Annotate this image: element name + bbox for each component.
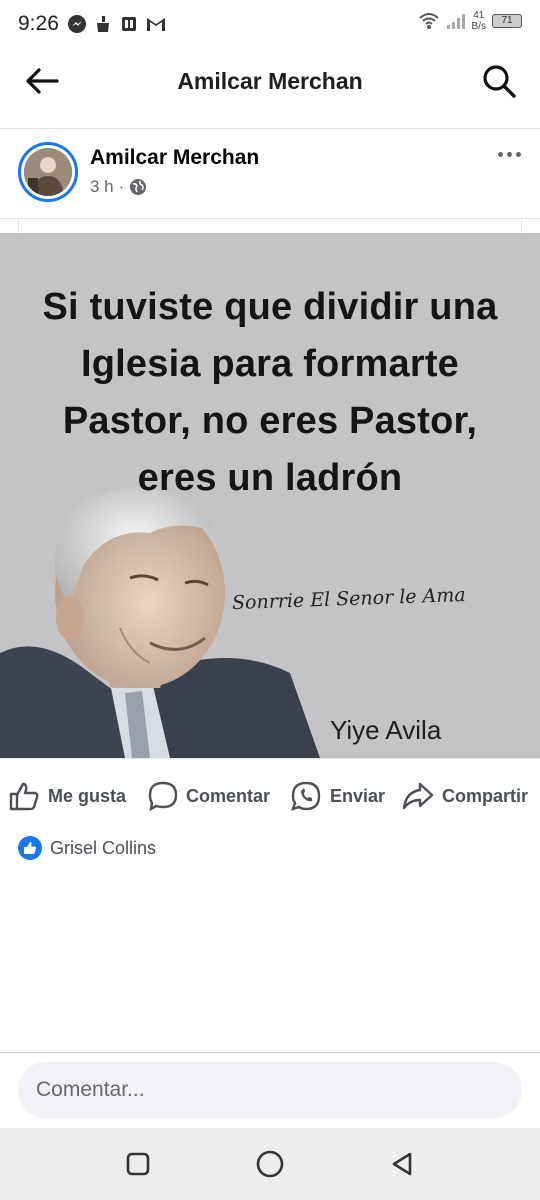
thumbs-up-icon (9, 782, 39, 811)
post-meta: 3 h · (90, 177, 147, 197)
notification-icons (67, 14, 167, 34)
messenger-icon (67, 15, 86, 33)
share-label: Compartir (442, 785, 529, 806)
signal-icon (446, 14, 465, 29)
system-nav-bar (0, 1128, 540, 1200)
search-button[interactable] (480, 62, 518, 100)
dot-icon (515, 151, 521, 157)
comment-label: Comentar (186, 785, 271, 806)
reaction-names: Grisel Collins (50, 837, 157, 858)
whatsapp-icon (291, 781, 321, 811)
home-button[interactable] (254, 1148, 286, 1180)
like-button[interactable]: Me gusta (8, 781, 126, 811)
triangle-back-icon (392, 1152, 412, 1176)
wifi-icon (418, 13, 439, 29)
comment-placeholder: Comentar... (36, 1078, 145, 1101)
image-caption: Yiye Avila (330, 715, 442, 745)
more-options-button[interactable] (494, 146, 524, 162)
post-time[interactable]: 3 h (90, 177, 114, 197)
comment-bubble-icon (148, 781, 178, 811)
system-icons: 41 B/s 71 (418, 10, 522, 32)
circle-icon (256, 1150, 284, 1178)
send-label: Enviar (330, 785, 386, 806)
net-speed-unit: B/s (471, 21, 486, 32)
like-reaction-icon (18, 836, 42, 860)
like-label: Me gusta (48, 785, 127, 806)
battery-indicator: 71 (492, 14, 522, 28)
recents-button[interactable] (122, 1148, 154, 1180)
comment-button[interactable]: Comentar (148, 781, 270, 811)
dot-icon (506, 151, 512, 157)
quote-text: Si tuviste que dividir una Iglesia para … (42, 286, 498, 499)
post-image[interactable]: Si tuviste que dividir una Iglesia para … (0, 233, 540, 758)
share-button[interactable]: Compartir (402, 782, 528, 810)
comment-divider (0, 1052, 540, 1053)
gmail-icon (146, 18, 165, 31)
share-arrow-icon (402, 782, 434, 810)
network-speed: 41 B/s (472, 10, 486, 32)
status-bar: 9:26 41 B/s 71 (0, 0, 540, 48)
back-nav-button[interactable] (386, 1148, 418, 1180)
author-avatar[interactable] (18, 142, 78, 202)
app-bar-divider (0, 128, 540, 129)
meta-separator: · (118, 177, 125, 196)
app-bar: Amilcar Merchan (0, 48, 540, 114)
image-divider (0, 758, 540, 759)
author-name[interactable]: Amilcar Merchan (90, 146, 259, 170)
shared-post-frame (18, 219, 522, 233)
avatar-person-graphic (24, 148, 72, 196)
status-time: 9:26 (18, 12, 59, 35)
wallet-app-icon (121, 17, 136, 31)
square-icon (126, 1152, 150, 1176)
dot-icon (497, 151, 503, 157)
net-speed-value: 41 (473, 10, 485, 21)
comment-input[interactable]: Comentar... (18, 1062, 522, 1118)
post-actions: Me gusta Comentar Enviar Compartir (0, 772, 540, 820)
search-icon (483, 65, 516, 98)
send-button[interactable]: Enviar (290, 780, 385, 812)
page-title: Amilcar Merchan (177, 68, 363, 94)
cleaner-icon (96, 16, 109, 32)
avatar-image (24, 148, 72, 196)
globe-icon (130, 179, 147, 195)
reactions-summary[interactable]: Grisel Collins (18, 836, 156, 860)
